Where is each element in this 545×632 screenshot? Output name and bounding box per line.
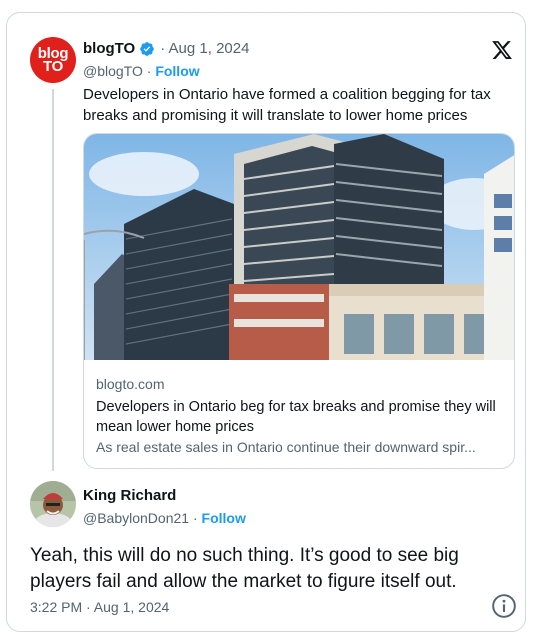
quoted-follow-button[interactable]: Follow xyxy=(155,63,199,79)
quoted-author[interactable]: blogTO · Aug 1, 2024 xyxy=(83,40,249,57)
quoted-tweet-text: Developers in Ontario have formed a coal… xyxy=(83,86,491,124)
link-title: Developers in Ontario beg for tax breaks… xyxy=(96,399,496,435)
reply-display-name[interactable]: King Richard xyxy=(83,487,176,504)
avatar-text-to: TO xyxy=(43,58,63,75)
reply-handle[interactable]: @BabylonDon21 · xyxy=(83,510,198,526)
quoted-display-name: blogTO xyxy=(83,40,136,57)
x-logo-icon[interactable] xyxy=(491,39,513,61)
link-preview-card[interactable]: blogto.com Developers in Ontario beg for… xyxy=(83,133,515,469)
link-preview-image xyxy=(84,134,514,360)
reply-follow-button[interactable]: Follow xyxy=(202,510,246,526)
verified-badge-icon xyxy=(140,41,155,56)
info-icon[interactable] xyxy=(491,593,517,619)
person-avatar-image xyxy=(30,481,76,527)
link-description: As real estate sales in Ontario continue… xyxy=(96,439,476,455)
reply-timestamp[interactable]: 3:22 PM · Aug 1, 2024 xyxy=(30,599,169,615)
blogto-avatar[interactable]: blog TO xyxy=(30,37,76,83)
quoted-handle[interactable]: @blogTO · xyxy=(83,63,151,79)
quoted-date[interactable]: · Aug 1, 2024 xyxy=(160,40,249,57)
quoted-handle-row: @blogTO · Follow xyxy=(83,63,200,79)
link-domain: blogto.com xyxy=(96,376,165,392)
reply-handle-row: @BabylonDon21 · Follow xyxy=(83,510,246,526)
reply-tweet-text: Yeah, this will do no such thing. It’s g… xyxy=(30,545,459,592)
thread-line xyxy=(52,89,54,471)
tweet-embed-card: blog TO blogTO · Aug 1, 2024 @blogTO · F… xyxy=(6,12,526,632)
reply-avatar[interactable] xyxy=(30,481,76,527)
